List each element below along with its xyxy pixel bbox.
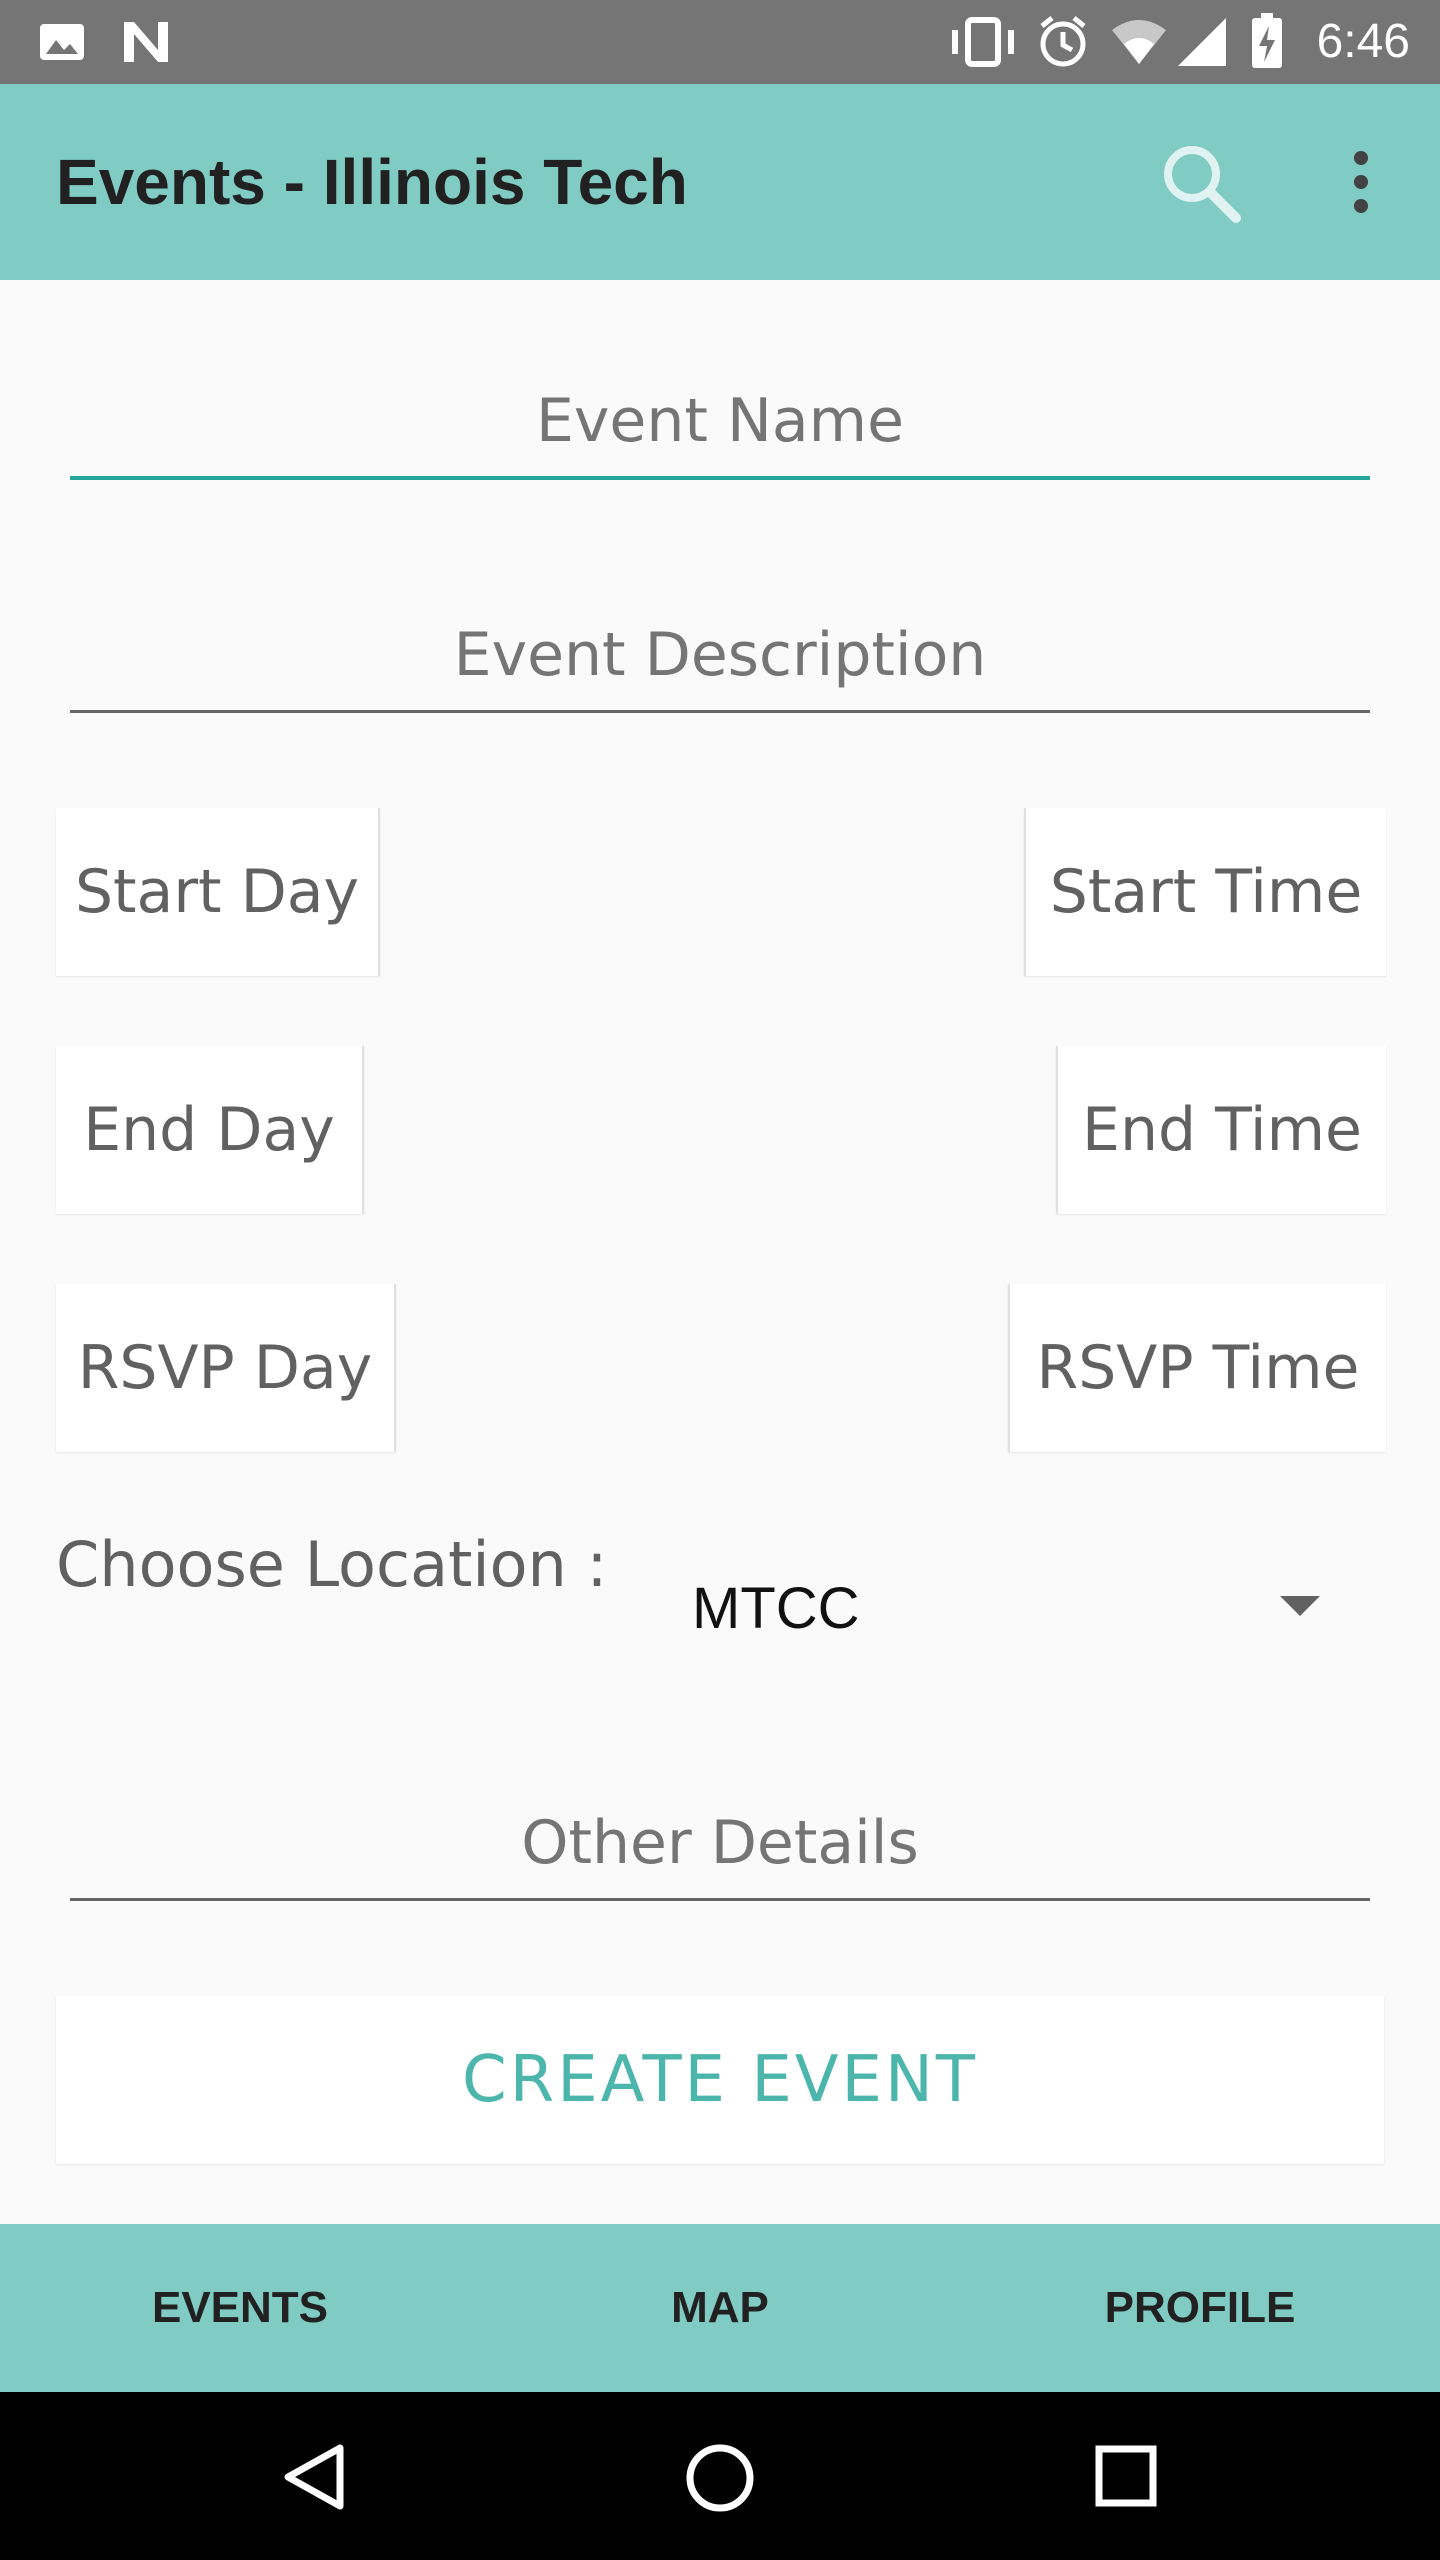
location-label: Choose Location : <box>56 1528 608 1601</box>
vibrate-icon <box>952 17 1014 67</box>
status-bar: 6:46 <box>0 0 1440 84</box>
page-title: Events - Illinois Tech <box>56 146 688 218</box>
system-navigation-bar <box>0 2392 1440 2560</box>
nav-tab-events[interactable]: EVENTS <box>90 2224 390 2392</box>
end-time-button[interactable]: End Time <box>1056 1046 1386 1214</box>
dropdown-arrow-icon <box>1280 1596 1320 1616</box>
app-bar: Events - Illinois Tech <box>0 84 1440 280</box>
location-selected-value: MTCC <box>692 1576 860 1641</box>
image-notification-icon <box>40 24 84 60</box>
search-icon[interactable] <box>1158 140 1242 224</box>
start-day-button[interactable]: Start Day <box>56 808 380 976</box>
start-time-button[interactable]: Start Time <box>1024 808 1386 976</box>
status-time: 6:46 <box>1316 15 1410 68</box>
end-day-button[interactable]: End Day <box>56 1046 364 1214</box>
event-name-input[interactable] <box>70 366 1370 480</box>
rsvp-time-button[interactable]: RSVP Time <box>1008 1284 1386 1452</box>
recents-icon[interactable] <box>1094 2444 1158 2508</box>
other-details-input[interactable] <box>70 1788 1370 1901</box>
nav-tab-profile[interactable]: PROFILE <box>1050 2224 1350 2392</box>
event-description-input[interactable] <box>70 600 1370 713</box>
back-icon[interactable] <box>280 2442 350 2512</box>
battery-charging-icon <box>1252 13 1282 68</box>
wifi-icon <box>1112 20 1166 64</box>
home-icon[interactable] <box>684 2442 756 2514</box>
rsvp-day-button[interactable]: RSVP Day <box>56 1284 396 1452</box>
cellular-signal-icon <box>1178 18 1226 66</box>
bottom-navigation: EVENTS MAP PROFILE <box>0 2224 1440 2392</box>
create-event-button[interactable]: CREATE EVENT <box>56 1996 1384 2164</box>
alarm-icon <box>1040 16 1086 67</box>
nav-tab-map[interactable]: MAP <box>570 2224 870 2392</box>
n-notification-icon <box>124 22 168 62</box>
overflow-menu-icon[interactable] <box>1340 150 1382 214</box>
